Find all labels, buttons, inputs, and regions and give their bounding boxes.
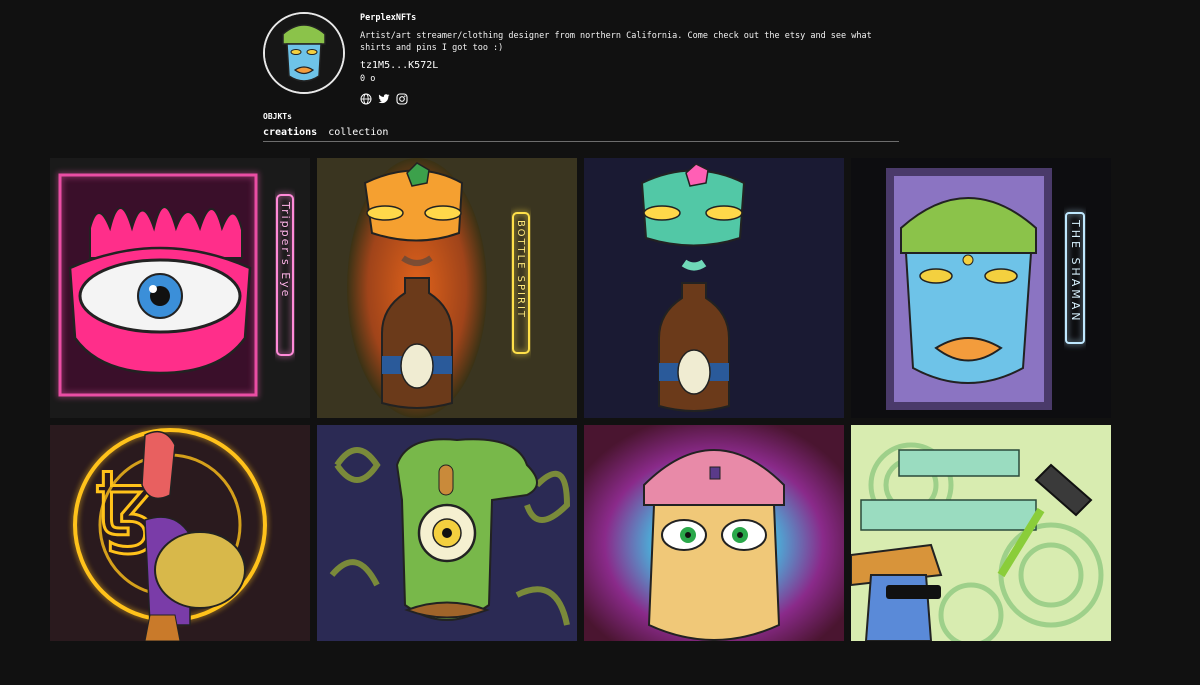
artwork-tile[interactable] [584,425,844,685]
wallet-address[interactable]: tz1M5...K572L [360,60,900,71]
counts: 0 o [360,74,376,84]
artwork-tile[interactable]: ꜩ [50,425,310,685]
artwork-tile[interactable] [584,158,844,418]
username: PerplexNFTs [360,13,417,23]
artwork-tile[interactable]: THE SHAMAN [851,158,1111,418]
avatar [263,12,345,94]
artwork-tile[interactable]: BOTTLE SPIRIT [317,158,577,418]
neon-text: BOTTLE SPIRIT [515,220,526,319]
artwork-tile[interactable] [317,425,577,685]
divider [263,141,899,142]
neon-text: Tripper's Eye [279,201,292,298]
twitter-icon[interactable] [378,90,390,104]
artwork-tile[interactable] [851,425,1111,685]
section-title: OBJKTs [263,112,292,121]
tab-collection[interactable]: collection [328,127,388,138]
tabs: creations collection [263,127,899,141]
globe-icon[interactable] [360,90,372,105]
social-links [360,90,900,105]
neon-text: THE SHAMAN [1069,219,1082,323]
tab-creations[interactable]: creations [263,127,317,138]
objkts-section: OBJKTs creations collection [263,112,899,142]
instagram-icon[interactable] [396,90,408,105]
bio: Artist/art streamer/clothing designer fr… [360,31,872,53]
artwork-tile[interactable]: Tripper's Eye [50,158,310,418]
